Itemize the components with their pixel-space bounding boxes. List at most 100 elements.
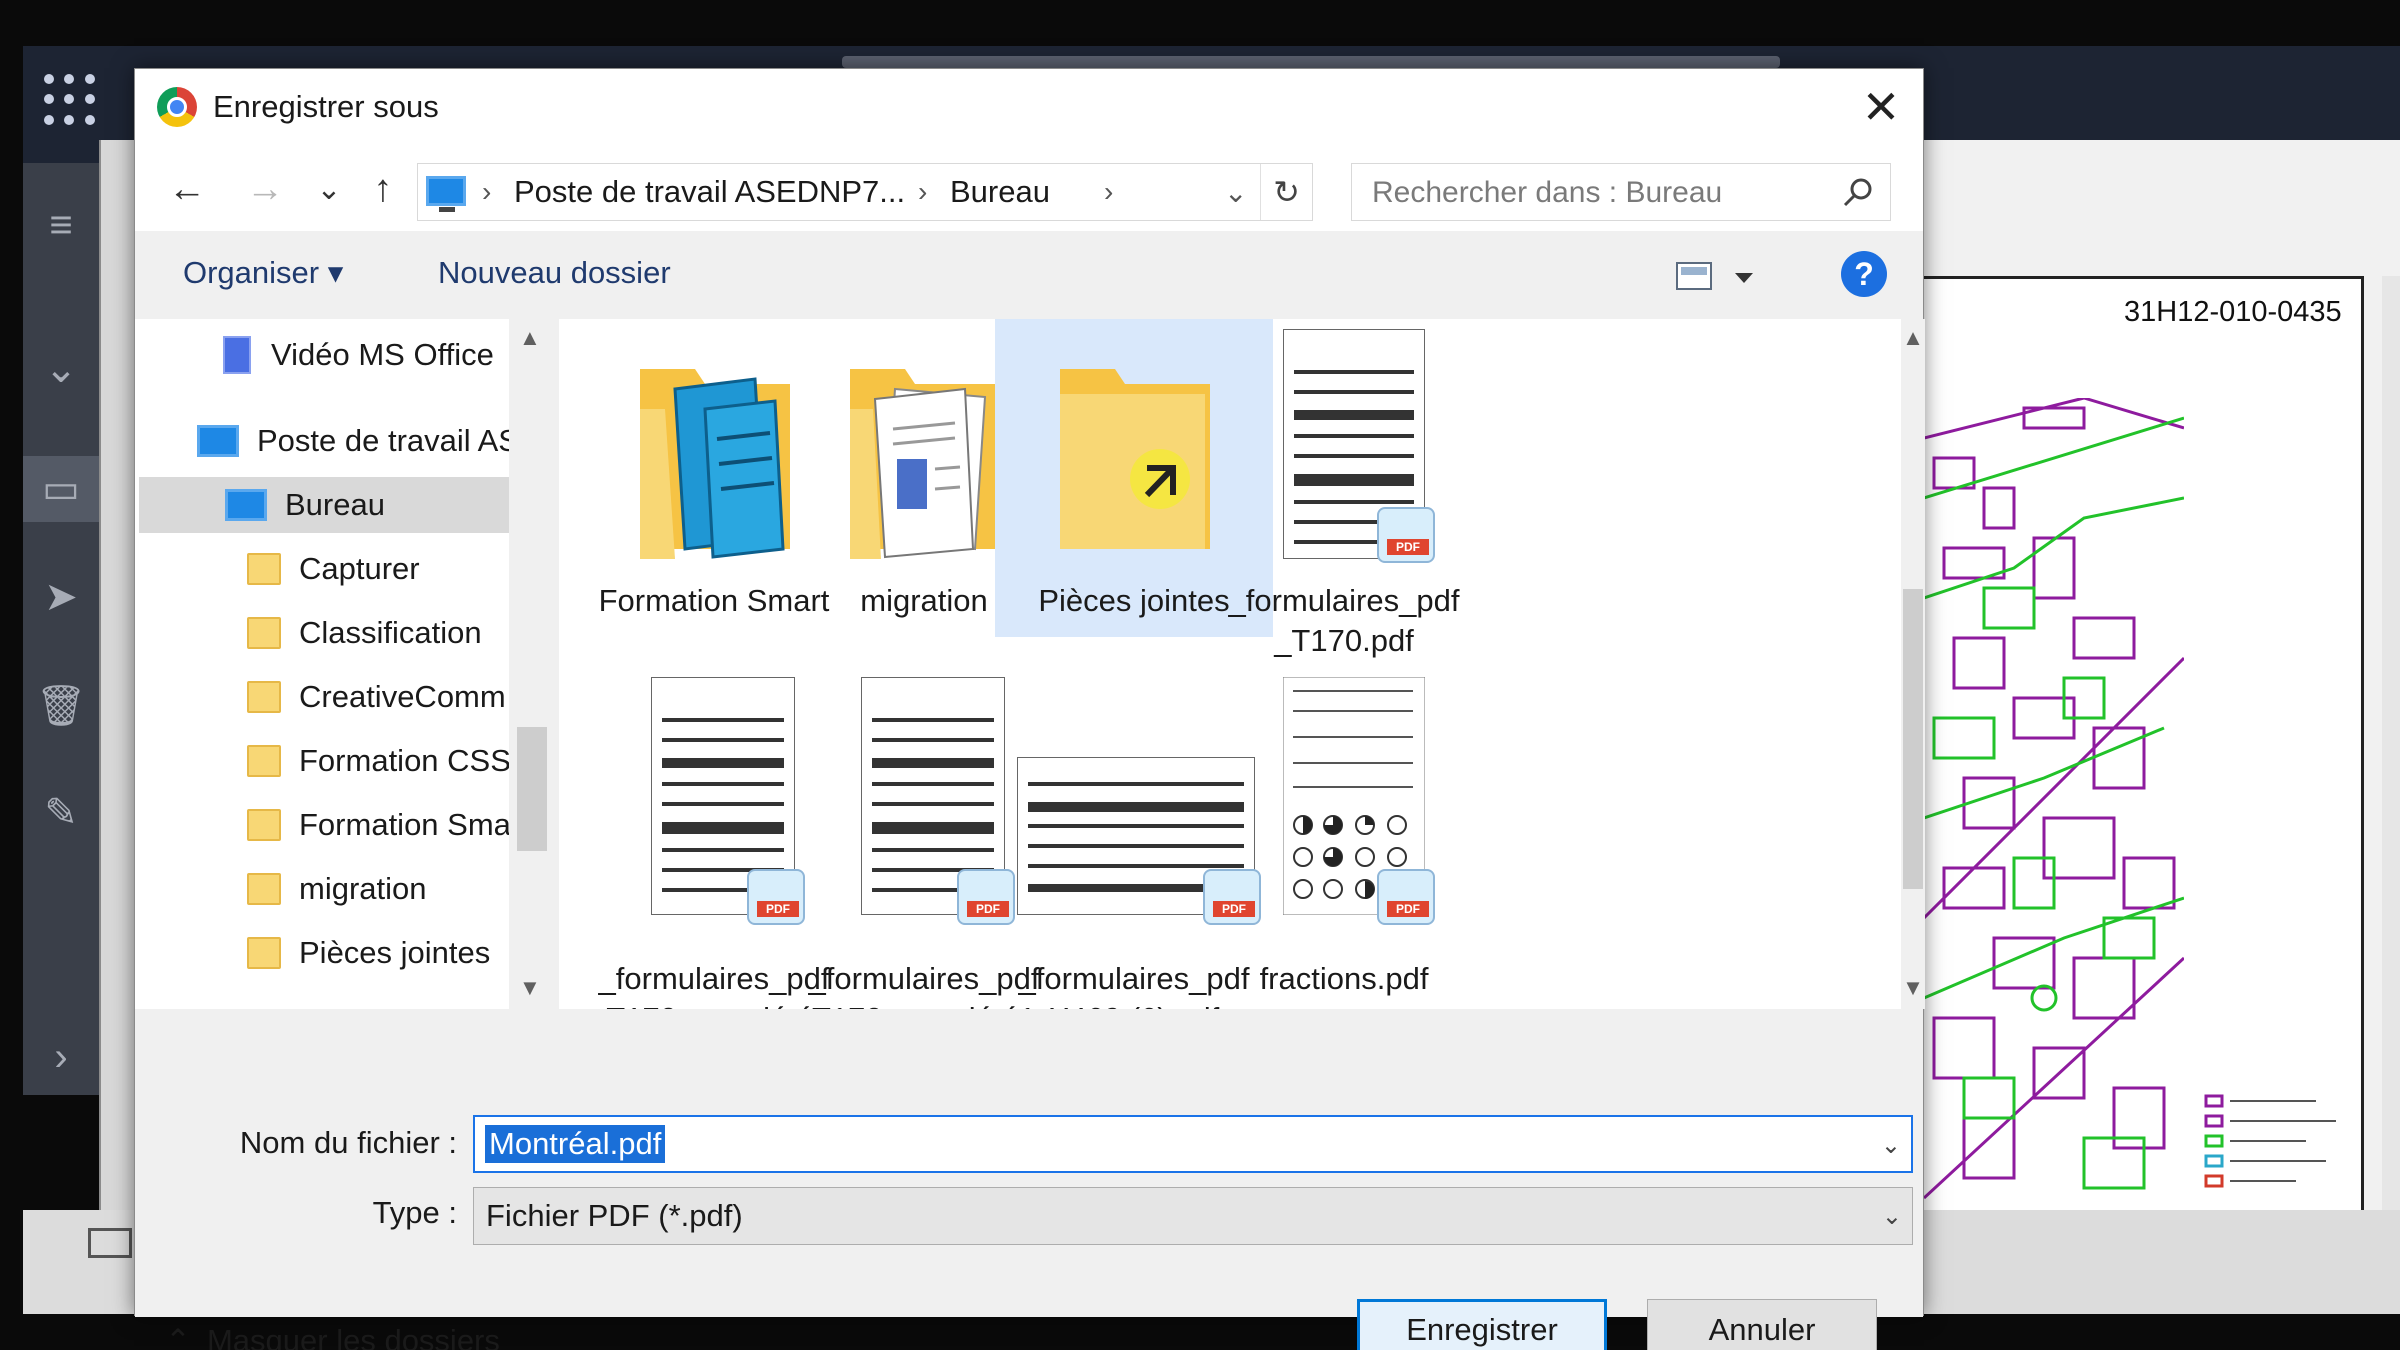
folder-with-documents-icon: [640, 369, 790, 559]
breadcrumb-bureau[interactable]: Bureau: [950, 174, 1050, 210]
computer-icon: [197, 425, 239, 457]
scroll-up-icon[interactable]: ▲: [519, 325, 541, 351]
file-tile-fractions[interactable]: fractions.pdf: [1205, 673, 1483, 996]
filename-label: Nom du fichier :: [239, 1125, 457, 1160]
nav-item-video-ms-office[interactable]: Vidéo MS Office: [223, 327, 494, 383]
file-list-scrollbar[interactable]: ▲ ▼: [1901, 319, 1925, 1009]
file-type-select[interactable]: Fichier PDF (*.pdf) ⌄: [473, 1187, 1913, 1245]
file-name-line: X469 (6).pdf: [995, 999, 1273, 1009]
breadcrumb-separator: ›: [482, 176, 492, 207]
type-label: Type :: [372, 1195, 457, 1230]
folder-icon: [247, 553, 281, 585]
file-list: Formation Smart migration Pièces jointes…: [559, 319, 1901, 1009]
pencil-icon[interactable]: ✎: [23, 780, 99, 846]
refresh-icon[interactable]: ↻: [1260, 164, 1312, 220]
file-name: _formulaires_pdf _T170.pdf: [1205, 581, 1483, 661]
scrollbar-thumb[interactable]: [1903, 589, 1923, 889]
address-bar[interactable]: › Poste de travail ASEDNP7... › Bureau ›…: [417, 163, 1313, 221]
dialog-titlebar: Enregistrer sous ✕: [135, 69, 1923, 149]
folder-icon: [247, 681, 281, 713]
scroll-up-icon[interactable]: ▲: [1901, 325, 1925, 351]
nav-item-computer[interactable]: Poste de travail AS: [197, 413, 519, 469]
filename-value[interactable]: Montréal.pdf: [485, 1125, 666, 1163]
dialog-footer: Nom du fichier : Montréal.pdf ⌄ Type : F…: [135, 1009, 1923, 1350]
plan-legend-image: [2204, 1094, 2336, 1188]
cancel-button[interactable]: Annuler: [1647, 1299, 1877, 1350]
dialog-title: Enregistrer sous: [213, 89, 439, 124]
back-arrow-icon[interactable]: ←: [163, 163, 211, 215]
breadcrumb-separator: ›: [918, 176, 928, 207]
search-icon[interactable]: [1842, 176, 1874, 208]
hide-folders-button[interactable]: ⌃ Masquer les dossiers: [165, 1323, 500, 1350]
close-button[interactable]: ✕: [1847, 75, 1915, 139]
chevron-up-icon: ⌃: [165, 1323, 191, 1350]
folder-icon: [247, 937, 281, 969]
app-launcher-icon[interactable]: [44, 74, 96, 126]
scroll-down-icon[interactable]: ▼: [519, 975, 541, 1001]
document-icon: [223, 336, 251, 374]
nav-item-creativecomm[interactable]: CreativeComm: [247, 669, 506, 725]
trash-icon[interactable]: 🗑: [23, 672, 99, 738]
folder-icon: [247, 873, 281, 905]
pdf-icon: [1377, 869, 1435, 925]
search-placeholder: Rechercher dans : Bureau: [1372, 176, 1723, 209]
nav-item-label: Poste de travail AS: [257, 423, 519, 458]
inbox-icon[interactable]: ▭: [23, 456, 99, 522]
help-icon[interactable]: ?: [1841, 251, 1887, 297]
file-type-value: Fichier PDF (*.pdf): [486, 1198, 743, 1233]
menu-icon[interactable]: ≡: [23, 192, 99, 258]
nav-item-label: Formation CSS: [299, 743, 511, 778]
desktop-icon: [225, 489, 267, 521]
chevron-down-icon[interactable]: ⌄: [23, 336, 99, 402]
recent-locations-chevron-icon[interactable]: ⌄: [305, 163, 353, 215]
organize-button[interactable]: Organiser ▾: [183, 255, 343, 291]
folder-shortcut-icon: [1060, 369, 1210, 549]
navigation-pane-scrollbar[interactable]: ▲ ▼: [509, 319, 555, 1009]
nav-item-label: Pièces jointes: [299, 935, 491, 970]
nav-item-label: CreativeComm: [299, 679, 506, 714]
nav-item-formation-css[interactable]: Formation CSS: [247, 733, 511, 789]
background-tab-strip: [842, 56, 1780, 68]
command-toolbar: Organiser ▾ Nouveau dossier ?: [135, 231, 1923, 319]
screen: ≡ ⌄ ▭ ➤ 🗑 ✎ › 31H12-010-0435 Enregistrer…: [0, 0, 2400, 1350]
mail-icon[interactable]: [88, 1228, 132, 1258]
plan-code-text: 31H12-010-0435: [2124, 296, 2342, 328]
file-name: fractions.pdf: [1259, 961, 1429, 996]
chevron-down-icon[interactable]: ⌄: [1881, 1131, 1901, 1160]
breadcrumb-computer[interactable]: Poste de travail ASEDNP7...: [514, 174, 905, 210]
nav-item-pieces-jointes[interactable]: Pièces jointes: [247, 925, 490, 981]
computer-icon: [426, 176, 466, 212]
save-as-dialog: Enregistrer sous ✕ ← → ⌄ ↑ › Poste de tr…: [134, 68, 1925, 1350]
background-viewer-scrollbar[interactable]: [2382, 276, 2400, 1210]
nav-item-bureau[interactable]: Bureau: [139, 477, 509, 533]
view-options-icon[interactable]: [1675, 257, 1759, 297]
folder-icon: [247, 617, 281, 649]
navigation-bar: ← → ⌄ ↑ › Poste de travail ASEDNP7... › …: [135, 149, 1923, 231]
address-dropdown-chevron-icon[interactable]: ⌄: [1224, 176, 1247, 209]
search-input[interactable]: Rechercher dans : Bureau: [1351, 163, 1891, 221]
file-name-line: _T170.pdf: [1274, 623, 1414, 658]
up-arrow-icon[interactable]: ↑: [359, 163, 407, 215]
breadcrumb-separator[interactable]: ›: [1104, 176, 1113, 208]
nav-item-formation-smart[interactable]: Formation Sma: [247, 797, 511, 853]
chevron-down-icon[interactable]: ⌄: [1882, 1202, 1902, 1231]
scroll-down-icon[interactable]: ▼: [1901, 975, 1925, 1001]
nav-item-migration[interactable]: migration: [247, 861, 427, 917]
plan-map-image: [1924, 398, 2184, 1210]
file-tile-formulaires-t170[interactable]: _formulaires_pdf _T170.pdf: [1205, 319, 1483, 658]
hide-folders-label: Masquer les dossiers: [206, 1323, 500, 1350]
nav-item-label: Formation Sma: [299, 807, 511, 842]
scrollbar-thumb[interactable]: [517, 727, 547, 851]
nav-item-classification[interactable]: Classification: [247, 605, 482, 661]
new-folder-button[interactable]: Nouveau dossier: [438, 255, 671, 291]
nav-item-label: migration: [299, 871, 427, 906]
save-button[interactable]: Enregistrer: [1357, 1299, 1607, 1350]
navigation-pane: Vidéo MS Office Poste de travail AS Bure…: [135, 319, 555, 1009]
send-icon[interactable]: ➤: [23, 564, 99, 630]
forward-arrow-icon[interactable]: →: [241, 163, 289, 215]
nav-item-label: Classification: [299, 615, 482, 650]
nav-item-capturer[interactable]: Capturer: [247, 541, 420, 597]
filename-field[interactable]: Montréal.pdf ⌄: [473, 1115, 1913, 1173]
chevron-right-icon[interactable]: ›: [23, 1024, 99, 1090]
nav-item-label: Capturer: [299, 551, 420, 586]
